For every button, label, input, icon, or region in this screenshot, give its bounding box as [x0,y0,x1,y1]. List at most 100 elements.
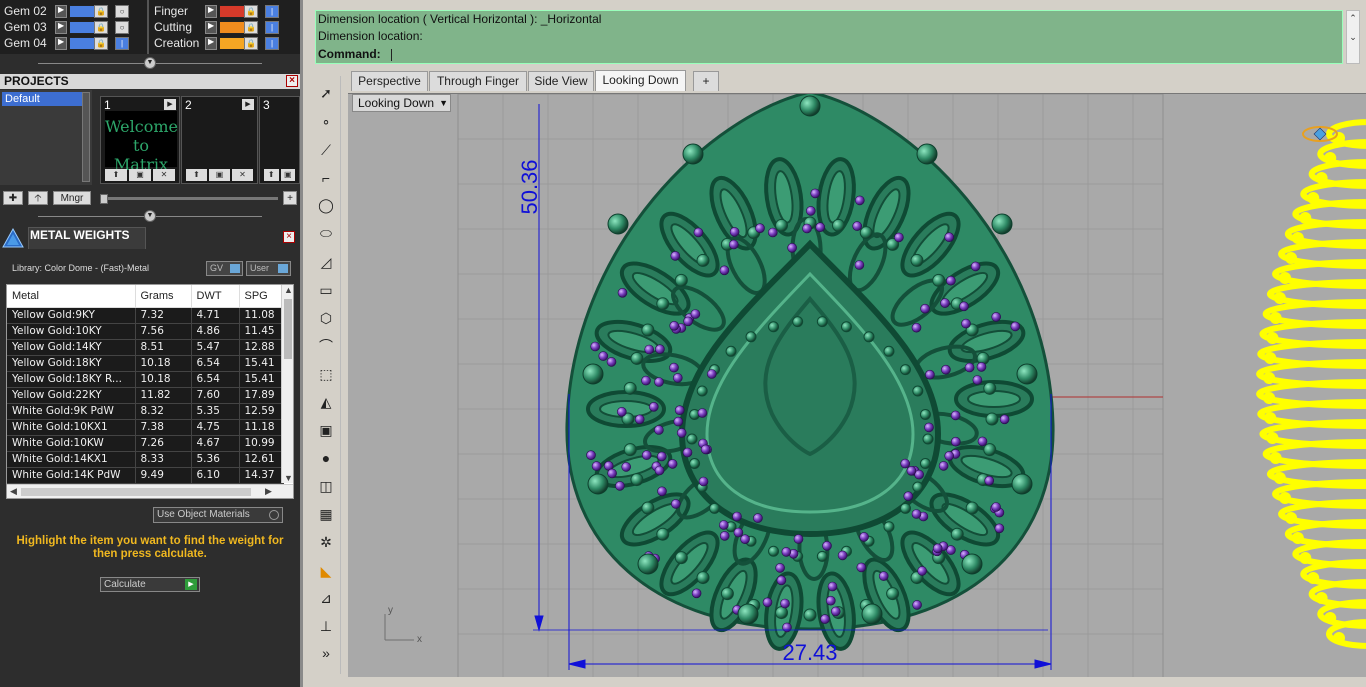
visibility-icon[interactable]: | [265,37,279,50]
column-header[interactable]: Grams [135,285,192,308]
expand-arrow-icon[interactable] [205,37,217,50]
project-slot-3[interactable]: 3 ⬆ ▣ [259,96,300,184]
delete-icon[interactable]: ✕ [232,169,253,181]
upload-icon[interactable]: ⬆ [186,169,207,181]
projects-scrollbar[interactable] [82,92,90,182]
visibility-icon[interactable]: ○ [115,5,129,18]
fillet-icon[interactable]: ⌒ [315,335,337,357]
project-slot-2[interactable]: 2 ▶ ⬆ ▣ ✕ [181,96,258,184]
zoom-slider-handle[interactable] [100,194,108,204]
viewport-looking-down[interactable]: 50.36 27.43 y x [348,93,1366,677]
expand-arrow-icon[interactable] [55,37,67,50]
table-row[interactable]: White Gold:9K PdW 8.32 5.35 12.59 [7,403,284,420]
upload-icon[interactable]: ⬆ [105,169,127,181]
layer-row-gem03[interactable]: Gem 03 🔒 ○ [0,19,146,35]
scroll-left-icon[interactable]: ◀ [10,486,17,497]
save-icon[interactable]: ▣ [209,169,230,181]
tab-perspective[interactable]: Perspective [351,71,428,91]
delete-icon[interactable]: ✕ [153,169,175,181]
close-icon[interactable]: × [283,231,295,243]
circle-icon[interactable]: ◯ [315,194,337,216]
selected-object-preview[interactable] [1256,119,1366,649]
column-header[interactable]: DWT [191,285,240,308]
move-up-button[interactable]: 🡡 [28,191,48,205]
column-header[interactable]: Metal [7,285,136,308]
scroll-thumb[interactable] [284,299,292,359]
expand-arrow-icon[interactable] [55,5,67,18]
scroll-right-icon[interactable]: ▶ [265,486,272,497]
user-toggle[interactable]: User [246,261,291,276]
layer-row-gem04[interactable]: Gem 04 🔒 | [0,35,146,51]
layer-row-cutting[interactable]: Cutting 🔒 | [150,19,296,35]
lock-icon[interactable]: 🔒 [94,37,108,50]
scroll-thumb[interactable] [21,488,251,496]
save-icon[interactable]: ▣ [280,169,295,181]
command-input[interactable] [391,49,392,61]
play-icon[interactable]: ▶ [242,99,254,110]
table-row[interactable]: Yellow Gold:14KY 8.51 5.47 12.88 [7,339,284,356]
layer-row-finger[interactable]: Finger 🔒 | [150,3,296,19]
upload-icon[interactable]: ⬆ [264,169,279,181]
command-area[interactable]: Dimension location ( Vertical Horizontal… [315,10,1343,64]
add-tab-button[interactable]: + [693,71,719,91]
expand-arrow-icon[interactable] [205,21,217,34]
table-row[interactable]: White Gold:14K PdW 9.49 6.10 14.37 [7,467,284,484]
curve-icon[interactable]: ⌐ [315,167,337,189]
table-row[interactable]: Yellow Gold:9KY 7.32 4.71 11.08 [7,307,284,324]
table-row[interactable]: Yellow Gold:10KY 7.56 4.86 11.45 [7,323,284,340]
more-tools-icon[interactable]: » [315,642,337,664]
tab-through-finger[interactable]: Through Finger [429,71,527,91]
collapse-knob-icon[interactable]: ▼ [144,210,156,222]
polygon-icon[interactable]: ⬡ [315,307,337,329]
cylinder-icon[interactable]: ◫ [315,475,337,497]
visibility-icon[interactable]: | [265,5,279,18]
scroll-down-icon[interactable]: ⌄ [1347,32,1359,43]
lock-icon[interactable]: 🔒 [94,21,108,34]
table-row[interactable]: White Gold:14KX1 8.33 5.36 12.61 [7,451,284,468]
scroll-up-icon[interactable]: ▲ [284,285,293,295]
edit-points-icon[interactable]: ⬚ [315,363,337,385]
save-icon[interactable]: ▣ [129,169,151,181]
table-row[interactable]: Yellow Gold:22KY 11.82 7.60 17.89 [7,387,284,404]
gem-tools-icon[interactable]: ✲ [315,531,337,553]
play-icon[interactable]: ▶ [164,99,176,110]
manager-button[interactable]: Mngr [53,191,91,205]
lock-icon[interactable]: 🔒 [244,21,258,34]
expand-arrow-icon[interactable] [55,21,67,34]
table-vertical-scrollbar[interactable]: ▲ ▼ [281,285,293,483]
command-scrollbar[interactable]: ⌃ ⌄ [1346,10,1360,64]
layer-row-creation[interactable]: Creation 🔒 | [150,35,296,51]
collapse-knob-icon[interactable]: ▼ [144,57,156,69]
scroll-down-icon[interactable]: ▼ [284,473,293,483]
polyline-icon[interactable]: ⟋ [315,139,337,161]
tab-side-view[interactable]: Side View [528,71,594,91]
lock-icon[interactable]: 🔒 [244,5,258,18]
add-project-button[interactable]: ✚ [3,191,23,205]
surface-icon[interactable]: ◭ [315,391,337,413]
rectangle-icon[interactable]: ▭ [315,279,337,301]
analyze-icon[interactable]: ⊿ [315,587,337,609]
scroll-up-icon[interactable]: ⌃ [1347,13,1359,24]
tab-looking-down[interactable]: Looking Down [595,70,686,91]
visibility-icon[interactable]: ○ [115,21,129,34]
lock-icon[interactable]: 🔒 [244,37,258,50]
viewport-canvas[interactable]: 50.36 27.43 y x [348,94,1366,677]
project-item-default[interactable]: Default [2,92,82,106]
visibility-icon[interactable]: | [265,21,279,34]
expand-arrow-icon[interactable] [205,5,217,18]
lock-icon[interactable]: 🔒 [94,5,108,18]
zoom-slider[interactable] [100,197,278,200]
ellipse-icon[interactable]: ⬭ [315,222,337,244]
close-icon[interactable]: × [286,75,298,87]
pendant-model[interactable] [565,94,1055,651]
arc-icon[interactable]: ◿ [315,251,337,273]
select-arrow-icon[interactable]: ➚ [315,82,337,104]
viewport-name-dropdown[interactable]: Looking Down ▼ [352,94,451,112]
column-header[interactable]: SPG [239,285,284,308]
table-row[interactable]: Yellow Gold:18KY 10.18 6.54 15.41 [7,355,284,372]
visibility-icon[interactable]: | [115,37,129,50]
gv-toggle[interactable]: GV [206,261,243,276]
table-row[interactable]: White Gold:10KX1 7.38 4.75 11.18 [7,419,284,436]
use-object-materials-checkbox[interactable]: Use Object Materials [153,507,283,523]
transform-icon[interactable]: ◣ [315,560,337,582]
